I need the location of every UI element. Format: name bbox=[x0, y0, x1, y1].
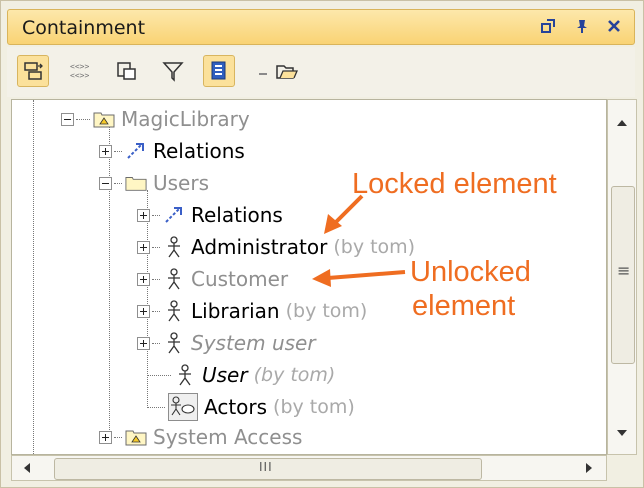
locked-arrow bbox=[332, 194, 364, 226]
svg-text:<<>>: <<>> bbox=[70, 71, 89, 80]
pin-icon[interactable] bbox=[572, 18, 592, 38]
unlocked-arrow bbox=[327, 270, 406, 280]
restore-icon[interactable] bbox=[538, 18, 558, 38]
show-icon[interactable] bbox=[203, 55, 235, 87]
unlocked-arrow-head bbox=[312, 269, 331, 287]
containment-tree[interactable]: MagicLibrary Relations Users Relations A… bbox=[11, 99, 607, 455]
horizontal-scrollbar[interactable]: III bbox=[11, 455, 607, 481]
open-icon[interactable] bbox=[271, 55, 303, 87]
horizontal-scroll-thumb[interactable]: III bbox=[54, 458, 482, 480]
packages-icon[interactable] bbox=[111, 55, 143, 87]
toolbar: <<>> <<>> bbox=[7, 47, 635, 97]
compartments-icon[interactable]: <<>> <<>> bbox=[65, 55, 97, 87]
panel-title: Containment bbox=[22, 17, 146, 39]
panel-title-bar: Containment bbox=[7, 9, 635, 45]
vertical-scroll-thumb[interactable]: ≡ bbox=[611, 186, 635, 364]
svg-text:<<>>: <<>> bbox=[70, 62, 89, 71]
scroll-right-icon[interactable] bbox=[586, 463, 592, 473]
scroll-down-icon[interactable] bbox=[617, 430, 627, 436]
scroll-grip-icon: ≡ bbox=[617, 261, 631, 280]
toolbar-separator bbox=[259, 73, 267, 75]
sync-icon[interactable] bbox=[17, 55, 49, 87]
callout-arrows bbox=[312, 194, 406, 287]
containment-panel: Containment <<>> <<>> MagicLibrary Relat… bbox=[0, 0, 644, 488]
scroll-up-icon[interactable] bbox=[617, 120, 627, 126]
scroll-left-icon[interactable] bbox=[24, 463, 30, 473]
scroll-grip-icon: III bbox=[259, 460, 273, 474]
vertical-scrollbar[interactable]: ≡ bbox=[607, 99, 637, 455]
filter-icon[interactable] bbox=[157, 55, 189, 87]
scroll-corner bbox=[607, 455, 637, 481]
close-icon[interactable] bbox=[604, 18, 624, 38]
